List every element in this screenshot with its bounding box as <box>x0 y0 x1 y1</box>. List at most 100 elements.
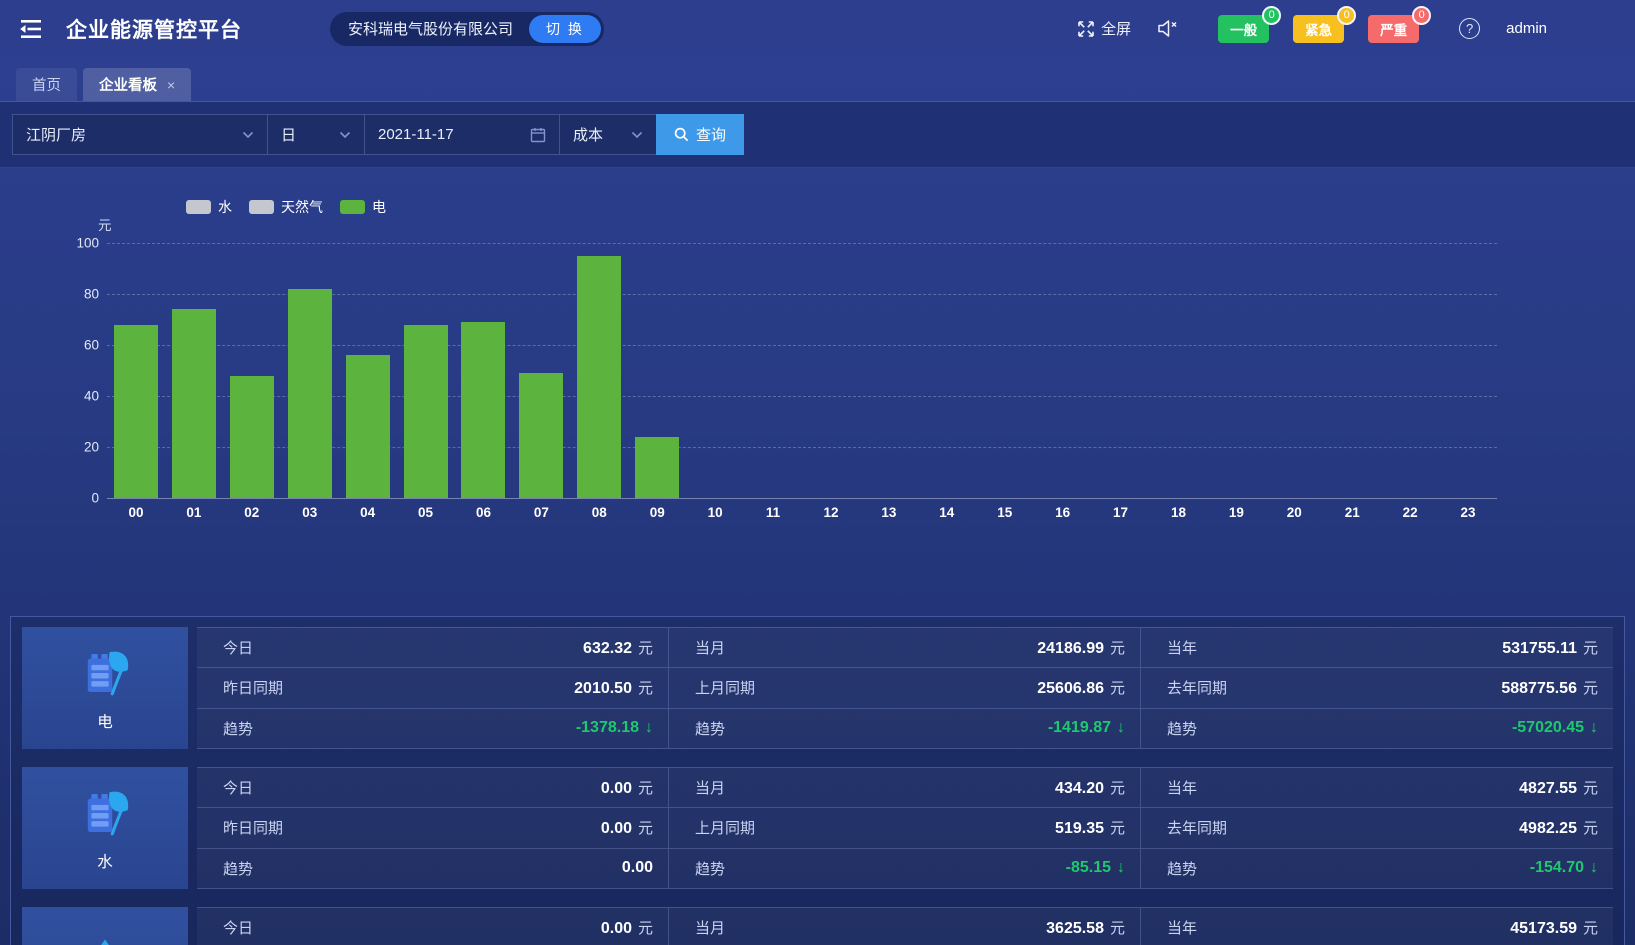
alarm-label: 严重 <box>1380 23 1407 38</box>
y-axis-tick: 100 <box>55 236 99 251</box>
alarm-count: 0 <box>1262 6 1281 25</box>
bar-08[interactable] <box>577 256 621 498</box>
stat-cell: 趋势-57020.45↓ <box>1141 709 1613 749</box>
stat-label: 昨日同期 <box>223 817 283 838</box>
query-button[interactable]: 查询 <box>656 114 744 155</box>
stat-number: 0.00 <box>601 920 632 938</box>
alarm-label: 一般 <box>1230 23 1257 38</box>
energy-grid: 今日632.32元昨日同期2010.50元趋势-1378.18↓当月24186.… <box>197 627 1613 749</box>
stat-value: 25606.86元 <box>1037 677 1125 698</box>
stat-value: 3625.58元 <box>1046 917 1125 938</box>
stat-number: -154.70 <box>1530 859 1584 877</box>
x-axis-tick: 21 <box>1323 505 1381 520</box>
chevron-down-icon <box>339 131 351 139</box>
stat-number: 434.20 <box>1055 780 1104 798</box>
bar-03[interactable] <box>288 289 332 498</box>
x-axis-tick: 20 <box>1265 505 1323 520</box>
energy-panel: 电今日632.32元昨日同期2010.50元趋势-1378.18↓当月24186… <box>10 616 1625 945</box>
period-select[interactable]: 日 <box>267 114 365 155</box>
bar-09[interactable] <box>635 437 679 498</box>
x-axis-tick: 12 <box>802 505 860 520</box>
stat-value: -57020.45↓ <box>1512 719 1598 737</box>
legend-item-水[interactable]: 水 <box>186 197 232 217</box>
tab-home[interactable]: 首页 <box>16 68 77 101</box>
y-axis-tick: 0 <box>55 491 99 506</box>
unit-label: 元 <box>1110 777 1125 798</box>
stat-cell: 趋势 -85.15 ↓ <box>669 849 1141 889</box>
trend-down-icon: ↓ <box>1117 719 1125 737</box>
mute-button[interactable] <box>1157 19 1178 38</box>
bar-02[interactable] <box>230 376 274 498</box>
metric-select[interactable]: 成本 <box>559 114 657 155</box>
y-axis-tick: 20 <box>55 440 99 455</box>
legend-swatch <box>249 200 274 214</box>
alarm-badge[interactable]: 严重 0 <box>1368 15 1419 43</box>
energy-row-电: 电今日632.32元昨日同期2010.50元趋势-1378.18↓当月24186… <box>22 627 1613 749</box>
stat-label: 当年 <box>1167 777 1197 798</box>
stat-value: -1419.87↓ <box>1048 719 1125 737</box>
bar-01[interactable] <box>172 309 216 498</box>
stat-cell: 上月同期25606.86元 <box>669 668 1141 708</box>
alarm-badges: 一般 0 紧急 0 严重 0 <box>1218 15 1419 43</box>
x-axis-tick: 04 <box>339 505 397 520</box>
stat-number: 2010.50 <box>574 680 632 698</box>
stat-value: 24186.99元 <box>1037 637 1125 658</box>
stat-number: -85.15 <box>1066 859 1111 877</box>
tab-enterprise-dashboard[interactable]: 企业看板 × <box>83 68 191 101</box>
alarm-badge[interactable]: 一般 0 <box>1218 15 1269 43</box>
page-title: 企业能源管控平台 <box>66 14 242 44</box>
date-picker-value: 2021-11-17 <box>378 126 530 143</box>
alarm-badge[interactable]: 紧急 0 <box>1293 15 1344 43</box>
app-header: 企业能源管控平台 安科瑞电气股份有限公司 切 换 全屏 一般 0 <box>0 0 1635 57</box>
menu-fold-icon[interactable] <box>16 16 46 42</box>
legend-item-天然气[interactable]: 天然气 <box>249 197 323 217</box>
bar-00[interactable] <box>114 325 158 498</box>
alarm-count: 0 <box>1337 6 1356 25</box>
help-icon[interactable] <box>1459 18 1480 39</box>
legend-label: 电 <box>372 197 386 217</box>
switch-company-button[interactable]: 切 换 <box>529 15 601 43</box>
bar-04[interactable] <box>346 355 390 498</box>
energy-cost-chart: 水天然气电 元 02040608010000010203040506070809… <box>0 168 1635 608</box>
stat-number: 45173.59 <box>1510 920 1577 938</box>
unit-label: 元 <box>638 817 653 838</box>
stat-value: 4982.25元 <box>1519 817 1598 838</box>
gas-flame-icon <box>76 935 134 945</box>
stat-number: 24186.99 <box>1037 640 1104 658</box>
stat-cell: 当年531755.11元 <box>1141 628 1613 668</box>
bar-07[interactable] <box>519 373 563 498</box>
stat-value: 531755.11元 <box>1502 637 1598 658</box>
stat-number: -1378.18 <box>576 719 639 737</box>
trend-down-icon: ↓ <box>1117 859 1125 877</box>
unit-label: 元 <box>638 677 653 698</box>
site-select[interactable]: 江阴厂房 <box>12 114 268 155</box>
bar-06[interactable] <box>461 322 505 498</box>
stat-value: 434.20 元 <box>1055 777 1125 798</box>
legend-item-电[interactable]: 电 <box>340 197 386 217</box>
y-axis-tick: 40 <box>55 389 99 404</box>
tab-close-icon[interactable]: × <box>167 77 175 93</box>
tab-label: 企业看板 <box>99 74 157 95</box>
unit-label: 元 <box>1583 637 1598 658</box>
x-axis-tick: 11 <box>744 505 802 520</box>
date-picker[interactable]: 2021-11-17 <box>364 114 560 155</box>
stat-number: 0.00 <box>601 820 632 838</box>
fullscreen-button[interactable]: 全屏 <box>1077 18 1131 39</box>
user-menu[interactable]: admin <box>1506 20 1547 37</box>
x-axis-tick: 06 <box>455 505 513 520</box>
x-axis-tick: 19 <box>1207 505 1265 520</box>
bar-05[interactable] <box>404 325 448 498</box>
stat-value: 4827.55元 <box>1519 777 1598 798</box>
stat-label: 昨日同期 <box>223 677 283 698</box>
stat-label: 去年同期 <box>1167 817 1227 838</box>
x-axis-tick: 22 <box>1381 505 1439 520</box>
unit-label: 元 <box>1110 677 1125 698</box>
stat-label: 趋势 <box>695 858 725 879</box>
legend-swatch <box>186 200 211 214</box>
stat-number: -57020.45 <box>1512 719 1584 737</box>
x-axis-tick: 09 <box>628 505 686 520</box>
alarm-count: 0 <box>1412 6 1431 25</box>
energy-row: 今日0.00元当月3625.58元当年45173.59元 <box>22 907 1613 945</box>
site-select-value: 江阴厂房 <box>26 124 242 145</box>
x-axis-tick: 03 <box>281 505 339 520</box>
